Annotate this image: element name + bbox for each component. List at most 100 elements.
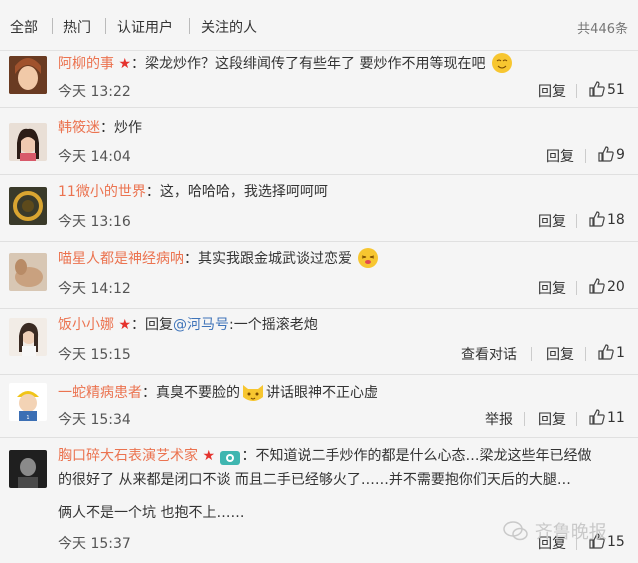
reply-button[interactable]: 回复 [538, 81, 566, 101]
comment-text: 炒作 [114, 120, 142, 136]
tab-divider [105, 18, 106, 34]
comment-time: 今天 15:15 [58, 347, 131, 363]
like-count: 20 [607, 279, 625, 295]
username[interactable]: 喵星人都是神经病呐 [58, 251, 184, 267]
like-button[interactable]: 11 [589, 409, 625, 426]
thumbs-up-icon [589, 211, 605, 227]
comment-time: 今天 13:16 [58, 214, 131, 230]
separator: ： [131, 56, 146, 72]
comment-item: 韩筱迷：炒作 今天 14:04 回复 9 [0, 108, 638, 175]
tab-divider [52, 18, 53, 34]
avatar[interactable] [9, 253, 47, 291]
reply-button[interactable]: 回复 [546, 146, 574, 166]
comment-item: 胸口碎大石表演艺术家 ★ ：不知道说二手炒作的都是什么心态…梁龙这些年已经做 的… [0, 438, 638, 563]
mention-link[interactable]: @河马号 [173, 317, 229, 333]
like-button[interactable]: 1 [598, 344, 625, 361]
action-divider [531, 347, 532, 361]
comment-time: 今天 15:37 [58, 536, 131, 552]
action-divider [524, 412, 525, 426]
comment-time: 今天 14:12 [58, 281, 131, 297]
report-button[interactable]: 举报 [485, 409, 513, 429]
username[interactable]: 韩筱迷 [58, 120, 100, 136]
avatar[interactable] [9, 56, 47, 94]
comment-text: 不知道说二手炒作的都是什么心态…梁龙这些年已经做 [255, 448, 592, 464]
star-badge-icon: ★ [202, 448, 216, 464]
separator: ： [184, 251, 198, 267]
comment-item: 阿柳的事 ★：梁龙炒作？这段绯闻传了有些年了 要炒作不用等现在吧 今天 13:2… [0, 51, 638, 108]
like-button[interactable]: 20 [589, 278, 625, 295]
reply-button[interactable]: 回复 [538, 278, 566, 298]
comment-text: 这，哈哈哈，我选择呵呵呵 [159, 184, 328, 200]
separator: ： [100, 120, 114, 136]
tab-all[interactable]: 全部 [10, 17, 38, 37]
like-count: 1 [616, 345, 625, 361]
like-count: 11 [607, 410, 625, 426]
comment-item: 饭小小娜 ★：回复@河马号:一个摇滚老炮 今天 15:15 查看对话 回复 1 [0, 309, 638, 375]
comment-total-count: 共446条 [577, 22, 628, 37]
wechat-logo-icon [503, 521, 528, 541]
emoji-icon [490, 52, 514, 81]
star-badge-icon: ★ [118, 317, 132, 333]
separator: ： [145, 184, 160, 200]
comment-text-line-2: 的很好了 从来都是闭口不谈 而且二手已经够火了……并不需要抱你们天后的大腿… [58, 472, 571, 488]
view-conversation-button[interactable]: 查看对话 [461, 344, 517, 364]
comment-text: :一个摇滚老炮 [229, 317, 318, 333]
thumbs-up-icon [598, 146, 614, 162]
action-divider [576, 84, 577, 98]
comment-text: 其实我跟金城武谈过恋爱 [198, 251, 352, 267]
tab-divider [189, 18, 190, 34]
separator: ： [131, 317, 146, 333]
comment-time: 今天 14:04 [58, 149, 131, 165]
avatar[interactable] [9, 318, 47, 356]
username[interactable]: 饭小小娜 [58, 317, 114, 333]
like-button[interactable]: 9 [598, 146, 625, 163]
action-divider [576, 214, 577, 228]
tab-hot[interactable]: 热门 [63, 17, 91, 37]
like-count: 15 [607, 534, 625, 550]
comment-text-line-3: 俩人不是一个坑 也抱不上…… [58, 505, 245, 521]
emoji-icon [356, 247, 380, 276]
avatar[interactable] [9, 187, 47, 225]
comment-time: 今天 13:22 [58, 84, 131, 100]
separator: ： [142, 385, 156, 401]
avatar[interactable]: 1 [9, 383, 47, 421]
reply-button[interactable]: 回复 [538, 409, 566, 429]
reply-button[interactable]: 回复 [538, 211, 566, 231]
like-count: 18 [607, 212, 625, 228]
avatar[interactable] [9, 123, 47, 161]
comment-text: 梁龙炒作？这段绯闻传了有些年了 要炒作不用等现在吧 [145, 56, 486, 72]
reply-button[interactable]: 回复 [546, 344, 574, 364]
thumbs-up-icon [589, 278, 605, 294]
separator: ： [241, 448, 256, 464]
thumbs-up-icon [589, 81, 605, 97]
username[interactable]: 胸口碎大石表演艺术家 [58, 448, 198, 464]
watermark: 齐鲁晚报 [503, 518, 607, 544]
svg-text:1: 1 [26, 415, 29, 421]
comment-filter-tabs: 全部 热门 认证用户 关注的人 共446条 [0, 0, 638, 51]
comment-item: 1 一蛇精病患者：真臭不要脸的 讲话眼神不正心虚 今天 15:34 举报 回复 1… [0, 375, 638, 438]
comment-item: 喵星人都是神经病呐：其实我跟金城武谈过恋爱 今天 14:12 回复 20 [0, 242, 638, 309]
action-divider [585, 347, 586, 361]
action-divider [576, 281, 577, 295]
comment-item: 11微小的世界：这，哈哈哈，我选择呵呵呵 今天 13:16 回复 18 [0, 175, 638, 242]
action-divider [585, 149, 586, 163]
like-count: 9 [616, 147, 625, 163]
username[interactable]: 11微小的世界 [58, 184, 146, 200]
tab-verified-users[interactable]: 认证用户 [117, 17, 173, 37]
comment-text-continued: 讲话眼神不正心虚 [266, 385, 378, 401]
cat-emoji-icon [240, 379, 266, 410]
username[interactable]: 阿柳的事 [58, 56, 114, 72]
like-button[interactable]: 18 [589, 211, 625, 228]
tab-following[interactable]: 关注的人 [201, 17, 257, 37]
thumbs-up-icon [589, 409, 605, 425]
username[interactable]: 一蛇精病患者 [58, 385, 142, 401]
like-button[interactable]: 51 [589, 81, 625, 98]
star-badge-icon: ★ [118, 56, 132, 72]
like-count: 51 [607, 82, 625, 98]
reply-prefix: 回复 [145, 317, 174, 333]
avatar[interactable] [9, 450, 47, 488]
action-divider [576, 412, 577, 426]
thumbs-up-icon [598, 344, 614, 360]
watermark-text: 齐鲁晚报 [534, 522, 607, 543]
comment-text: 真臭不要脸的 [156, 385, 240, 401]
